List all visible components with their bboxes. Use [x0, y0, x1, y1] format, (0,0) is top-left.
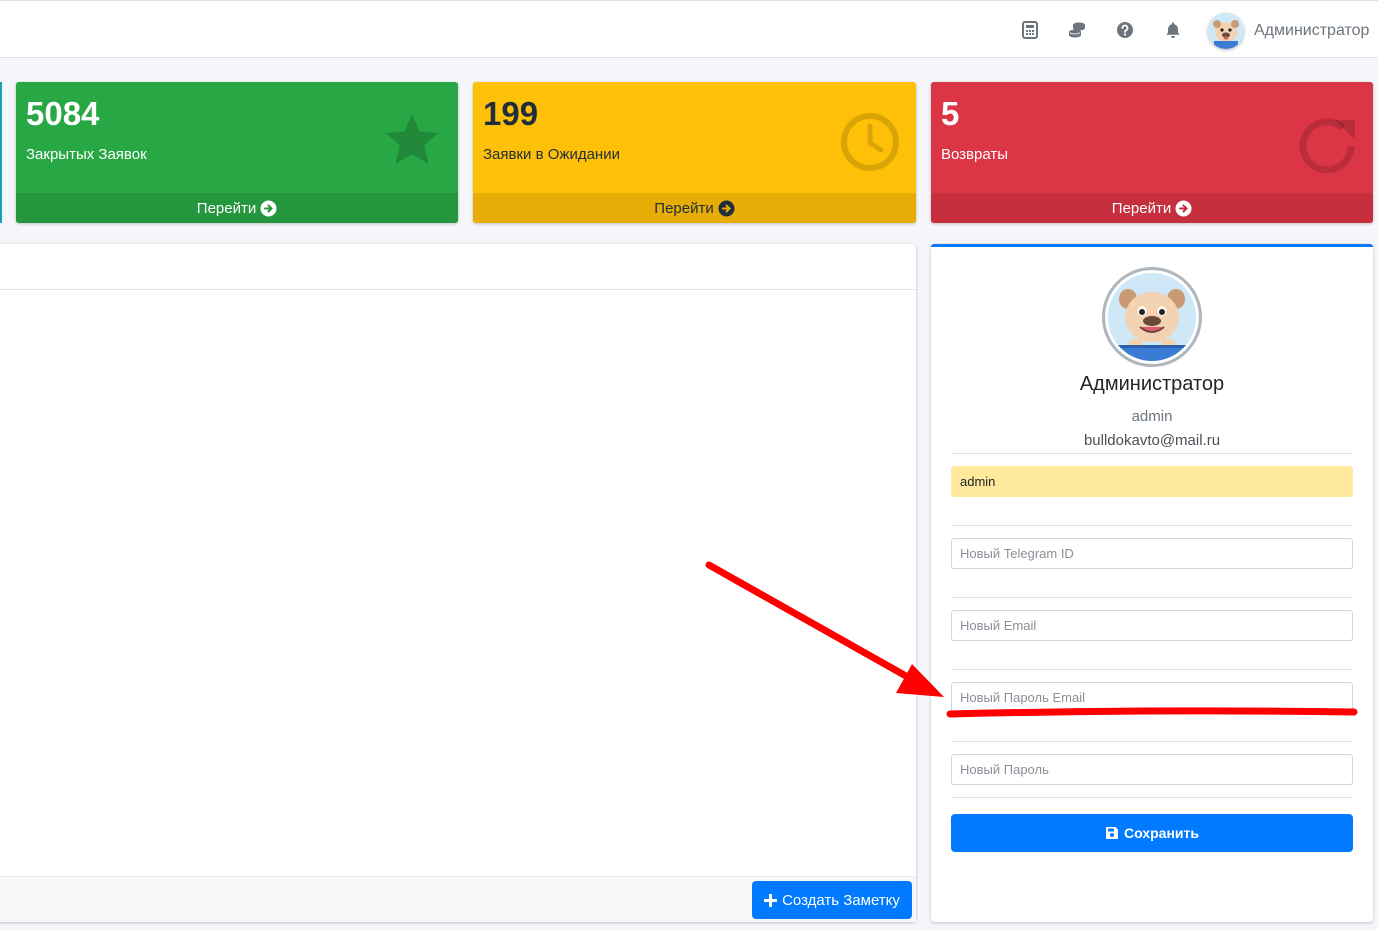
clock-icon	[838, 110, 902, 174]
telegram-id-field[interactable]	[951, 538, 1353, 569]
email-password-field[interactable]	[951, 682, 1353, 713]
stat-box-closed: 5084 Закрытых Заявок Перейти	[16, 82, 458, 223]
stat-label: Закрытых Заявок	[26, 146, 147, 163]
stat-value: 5	[941, 95, 960, 132]
profile-avatar	[1102, 267, 1202, 367]
divider	[951, 669, 1353, 670]
save-button[interactable]: Сохранить	[951, 814, 1353, 852]
help-icon[interactable]	[1114, 19, 1136, 41]
profile-login: admin	[1131, 408, 1173, 425]
plus-icon	[764, 893, 778, 907]
stat-value: 199	[483, 95, 539, 132]
clipped-info-box	[0, 82, 2, 223]
stat-link-closed[interactable]: Перейти	[16, 193, 458, 223]
divider	[951, 797, 1353, 798]
avatar	[1208, 13, 1244, 49]
star-icon	[380, 108, 444, 172]
calculator-icon[interactable]	[1019, 19, 1041, 41]
profile-name: Администратор	[1079, 373, 1225, 395]
stat-box-pending: 199 Заявки в Ожидании Перейти	[473, 82, 916, 223]
login-field[interactable]	[951, 466, 1353, 497]
divider	[951, 741, 1353, 742]
stat-box-returns: 5 Возвраты Перейти	[931, 82, 1373, 223]
save-icon	[1106, 827, 1119, 839]
stat-label: Возвраты	[941, 146, 1009, 163]
divider	[951, 597, 1353, 598]
user-menu[interactable]: Администратор	[1208, 13, 1369, 49]
bell-icon[interactable]	[1162, 19, 1184, 41]
stat-value: 5084	[26, 95, 100, 132]
stat-link-label: Перейти	[196, 199, 257, 217]
profile-email: bulldokavto@mail.ru	[1083, 432, 1221, 449]
stat-link-label: Перейти	[654, 199, 714, 217]
arrow-circle-right-icon	[1175, 200, 1192, 216]
save-label: Сохранить	[1124, 825, 1199, 841]
stat-link-pending[interactable]: Перейти	[473, 193, 916, 223]
create-note-label: Создать Заметку	[782, 891, 900, 909]
notes-card-header	[0, 244, 916, 290]
stat-link-returns[interactable]: Перейти	[931, 193, 1373, 223]
divider	[951, 525, 1353, 526]
arrow-circle-right-icon	[718, 200, 735, 216]
top-navbar: Администратор	[0, 0, 1378, 58]
divider	[951, 453, 1353, 454]
user-name: Администратор	[1254, 22, 1370, 39]
coins-icon[interactable]	[1066, 19, 1088, 41]
new-password-field[interactable]	[951, 754, 1353, 785]
notes-card	[0, 244, 916, 922]
stat-label: Заявки в Ожидании	[483, 146, 620, 163]
create-note-button[interactable]: Создать Заметку	[752, 881, 912, 919]
new-email-field[interactable]	[951, 610, 1353, 641]
stat-link-label: Перейти	[1111, 199, 1172, 217]
redo-icon	[1295, 110, 1359, 174]
arrow-circle-right-icon	[260, 200, 277, 216]
